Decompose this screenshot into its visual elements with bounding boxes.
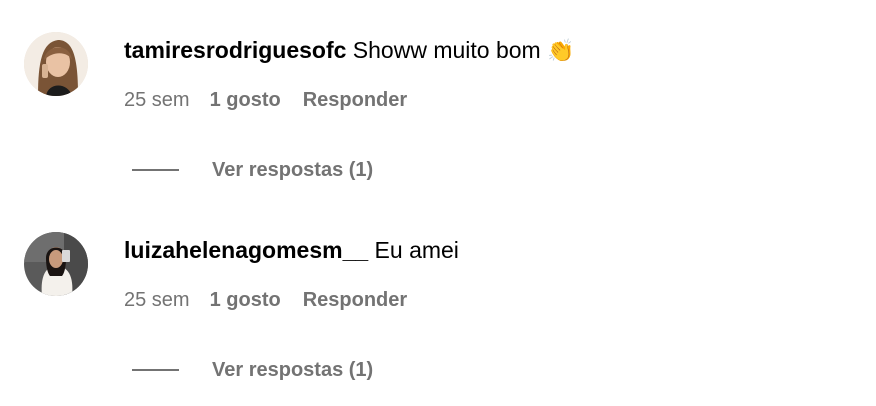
- user-avatar-photo-icon: [24, 232, 88, 296]
- comment-username[interactable]: tamiresrodriguesofc: [124, 37, 346, 63]
- likes-count-link[interactable]: 1 gosto: [210, 289, 281, 311]
- view-replies-button[interactable]: Ver respostas (1): [132, 358, 373, 382]
- avatar[interactable]: [24, 32, 88, 96]
- comment-text: Eu amei: [374, 237, 459, 263]
- comment-timestamp: 25 sem: [124, 289, 190, 311]
- replies-divider: [132, 369, 179, 371]
- user-avatar-photo-icon: [24, 32, 88, 96]
- likes-count-link[interactable]: 1 gosto: [210, 89, 281, 111]
- comment-username[interactable]: luizahelenagomesm__: [124, 237, 368, 263]
- comment-line: luizahelenagomesm__ Eu amei: [124, 236, 459, 264]
- avatar[interactable]: [24, 232, 88, 296]
- reply-button[interactable]: Responder: [303, 289, 407, 311]
- comment-meta: 25 sem 1 gosto Responder: [124, 288, 407, 312]
- comment-meta: 25 sem 1 gosto Responder: [124, 88, 407, 112]
- view-replies-label: Ver respostas (1): [212, 158, 374, 181]
- view-replies-button[interactable]: Ver respostas (1): [132, 158, 373, 182]
- comment-text: Showw muito bom: [352, 37, 541, 63]
- view-replies-label: Ver respostas (1): [212, 358, 374, 381]
- replies-divider: [132, 169, 179, 171]
- clapping-hands-icon: 👏: [547, 39, 575, 64]
- reply-button[interactable]: Responder: [303, 89, 407, 111]
- comment-timestamp: 25 sem: [124, 89, 190, 111]
- comment-line: tamiresrodriguesofc Showw muito bom 👏: [124, 36, 575, 66]
